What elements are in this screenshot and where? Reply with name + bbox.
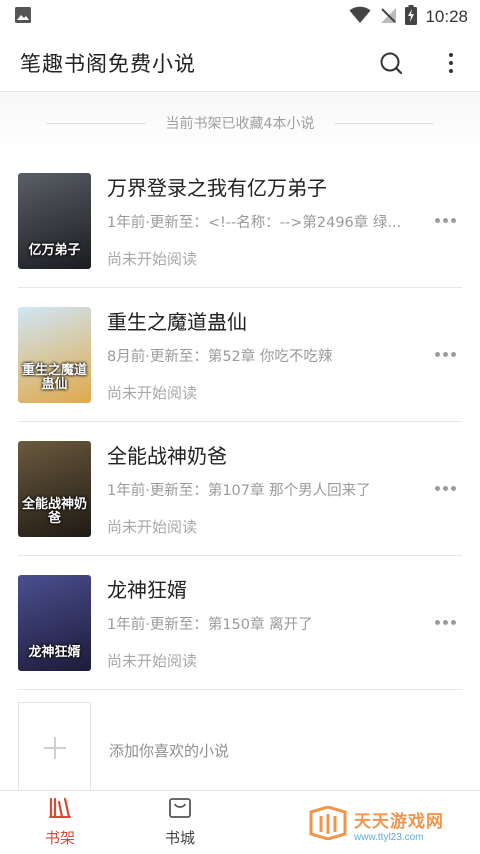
more-vertical-icon[interactable] — [436, 48, 466, 78]
divider — [334, 122, 435, 124]
status-time: 10:28 — [425, 7, 468, 26]
status-bar: 10:28 — [0, 0, 480, 34]
search-icon[interactable] — [376, 48, 406, 78]
cover-title: 龙神狂婿 — [28, 645, 81, 661]
book-cover[interactable]: 重生之魔道蛊仙 — [18, 306, 91, 403]
cover-title: 重生之魔道蛊仙 — [21, 362, 87, 393]
shelf-count: 当前书架已收藏4本小说 — [0, 92, 480, 154]
bookstore-icon — [168, 797, 192, 823]
no-signal-icon — [379, 6, 397, 28]
book-cover[interactable]: 全能战神奶爸 — [18, 440, 91, 537]
book-progress: 尚未开始阅读 — [107, 250, 198, 268]
book-update: 8月前·更新至：第52章 你吃不吃辣 — [107, 349, 333, 365]
battery-charging-icon — [405, 5, 418, 29]
wifi-icon — [349, 6, 371, 28]
watermark-logo-icon — [308, 805, 348, 844]
bottom-nav: 书架 书城 天天游戏网 www.ttyl23.com — [0, 790, 480, 854]
more-options-icon[interactable] — [430, 477, 460, 501]
book-title: 全能战神奶爸 — [107, 444, 227, 468]
shelf-count-text: 当前书架已收藏4本小说 — [165, 116, 315, 132]
book-update: 1年前·更新至：第107章 那个男人回来了 — [107, 483, 371, 499]
book-update: 1年前·更新至：第150章 离开了 — [107, 617, 313, 633]
book-cover[interactable]: 龙神狂婿 — [18, 574, 91, 671]
book-list: 亿万弟子 万界登录之我有亿万弟子 1年前·更新至：<!--名称：-->第2496… — [0, 154, 480, 810]
tab-label: 书城 — [164, 829, 195, 847]
watermark-url: www.ttyl23.com — [354, 832, 424, 843]
book-title: 万界登录之我有亿万弟子 — [107, 176, 327, 200]
watermark-name: 天天游戏网 — [354, 812, 444, 832]
book-progress: 尚未开始阅读 — [107, 518, 198, 536]
add-book-label: 添加你喜欢的小说 — [109, 741, 230, 760]
cover-title: 全能战神奶爸 — [21, 496, 87, 527]
book-item[interactable]: 龙神狂婿 龙神狂婿 1年前·更新至：第150章 离开了 尚未开始阅读 — [18, 556, 462, 690]
book-item[interactable]: 全能战神奶爸 全能战神奶爸 1年前·更新至：第107章 那个男人回来了 尚未开始… — [18, 422, 462, 556]
book-progress: 尚未开始阅读 — [107, 384, 198, 402]
tab-bookstore[interactable]: 书城 — [120, 791, 240, 854]
book-item[interactable]: 亿万弟子 万界登录之我有亿万弟子 1年前·更新至：<!--名称：-->第2496… — [18, 154, 462, 288]
plus-icon — [42, 735, 68, 765]
watermark: 天天游戏网 www.ttyl23.com — [308, 805, 444, 844]
tab-label: 书架 — [44, 829, 75, 847]
book-progress: 尚未开始阅读 — [107, 652, 198, 670]
book-item[interactable]: 重生之魔道蛊仙 重生之魔道蛊仙 8月前·更新至：第52章 你吃不吃辣 尚未开始阅… — [18, 288, 462, 422]
book-cover[interactable]: 亿万弟子 — [18, 172, 91, 269]
book-title: 龙神狂婿 — [107, 578, 187, 602]
add-book-button[interactable] — [18, 702, 91, 798]
bookshelf-icon — [48, 797, 72, 823]
image-icon — [14, 6, 32, 28]
tab-bookshelf[interactable]: 书架 — [0, 791, 120, 854]
more-options-icon[interactable] — [430, 611, 460, 635]
book-update: 1年前·更新至：<!--名称：-->第2496章 绿... — [107, 215, 402, 231]
app-bar: 笔趣书阁免费小说 — [0, 34, 480, 92]
cover-title: 亿万弟子 — [28, 243, 81, 259]
more-options-icon[interactable] — [430, 343, 460, 367]
more-options-icon[interactable] — [430, 209, 460, 233]
app-title: 笔趣书阁免费小说 — [20, 51, 196, 76]
book-title: 重生之魔道蛊仙 — [107, 310, 247, 334]
divider — [45, 122, 146, 124]
